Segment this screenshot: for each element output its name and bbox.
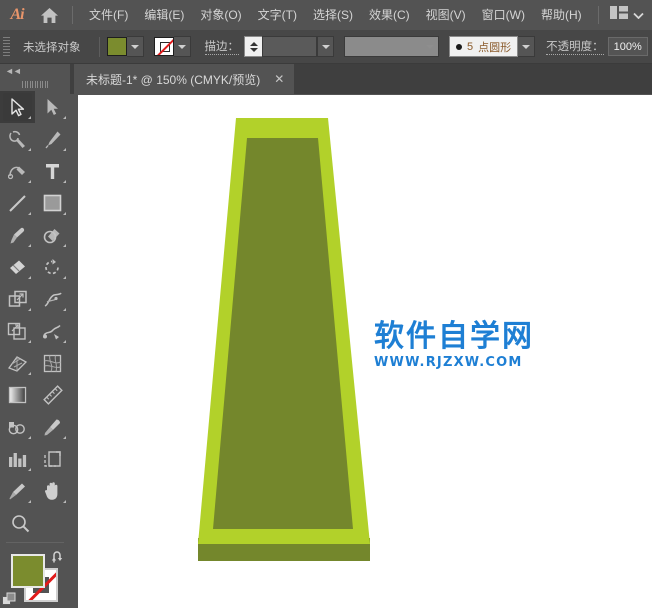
menu-bar: Ai 文件(F) 编辑(E) 对象(O) 文字(T) 选择(S) 效果(C) 视…	[0, 0, 652, 30]
stroke-color-control[interactable]	[153, 36, 191, 57]
tool-line-segment[interactable]	[0, 187, 35, 219]
stroke-weight-control[interactable]	[244, 36, 334, 57]
fill-color-dropdown[interactable]	[126, 36, 144, 57]
canvas-area: 软件自学网 WWW.RJZXW.COM	[70, 94, 652, 608]
tool-column-graph[interactable]	[0, 443, 35, 475]
workspace-switcher-icon	[610, 6, 628, 24]
app-logo: Ai	[10, 6, 24, 23]
brush-shape-label: 点圆形	[478, 41, 512, 54]
trapezoid-shape[interactable]	[78, 95, 652, 608]
stroke-weight-stepper[interactable]	[244, 36, 262, 57]
fill-color-control[interactable]	[106, 36, 144, 57]
tool-slice[interactable]	[0, 475, 35, 507]
document-tab[interactable]: 未标题-1* @ 150% (CMYK/预览) ✕	[74, 64, 295, 94]
menu-type[interactable]: 文字(T)	[250, 0, 305, 30]
chevron-down-icon	[633, 6, 644, 24]
tool-type[interactable]	[35, 155, 70, 187]
tool-free-transform[interactable]	[0, 315, 35, 347]
menu-file[interactable]: 文件(F)	[81, 0, 136, 30]
menu-divider	[72, 6, 73, 24]
stroke-weight-input[interactable]	[262, 36, 317, 57]
workspace-divider	[598, 6, 599, 24]
default-fill-stroke-icon[interactable]	[2, 592, 18, 608]
tool-artboard[interactable]	[35, 443, 70, 475]
brush-dot-icon	[456, 43, 462, 50]
home-icon[interactable]	[34, 0, 64, 30]
tool-selection[interactable]	[0, 91, 35, 123]
brush-definition-control[interactable]: 5 点圆形	[449, 36, 519, 57]
stroke-profile-chevron-icon	[426, 44, 434, 49]
fill-color-swatch[interactable]	[106, 37, 127, 56]
close-icon[interactable]: ✕	[274, 73, 284, 85]
cb-divider-1	[98, 36, 100, 57]
tool-eyedropper[interactable]	[35, 411, 70, 443]
tool-grid	[0, 91, 70, 507]
opacity-label: 不透明度：	[546, 38, 604, 55]
tool-blend[interactable]	[0, 411, 35, 443]
artboard[interactable]: 软件自学网 WWW.RJZXW.COM	[78, 95, 652, 608]
menu-window[interactable]: 窗口(W)	[474, 0, 533, 30]
fill-stroke-controls	[0, 548, 70, 608]
tool-width[interactable]	[35, 283, 70, 315]
tool-shaper[interactable]	[35, 219, 70, 251]
stroke-weight-dropdown[interactable]	[317, 36, 334, 57]
tool-curvature[interactable]	[0, 155, 35, 187]
tool-perspective-grid[interactable]	[0, 347, 35, 379]
workspace-switcher[interactable]	[598, 0, 644, 30]
tool-direct-selection[interactable]	[35, 91, 70, 123]
opacity-input[interactable]: 100%	[607, 37, 648, 56]
fill-color-box[interactable]	[11, 554, 45, 588]
illustrator-window: Ai 文件(F) 编辑(E) 对象(O) 文字(T) 选择(S) 效果(C) 视…	[0, 0, 652, 608]
stroke-profile-control[interactable]	[344, 36, 439, 57]
menu-object[interactable]: 对象(O)	[192, 0, 249, 30]
tools-panel-collapse[interactable]: ◄◄	[0, 64, 70, 77]
menu-view[interactable]: 视图(V)	[418, 0, 474, 30]
control-bar-grip[interactable]	[3, 37, 13, 57]
tool-pen[interactable]	[35, 123, 70, 155]
tool-rotate[interactable]	[35, 251, 70, 283]
swap-fill-stroke-icon[interactable]	[51, 551, 65, 569]
stroke-weight-label: 描边：	[204, 38, 239, 55]
tool-gradient[interactable]	[0, 379, 35, 411]
menu-help[interactable]: 帮助(H)	[533, 0, 590, 30]
tool-mesh[interactable]	[35, 347, 70, 379]
menu-select[interactable]: 选择(S)	[305, 0, 361, 30]
tool-scale[interactable]	[0, 283, 35, 315]
selection-status-label: 未选择对象	[23, 41, 81, 54]
tool-magic-wand[interactable]	[0, 123, 35, 155]
document-tab-bar: 未标题-1* @ 150% (CMYK/预览) ✕	[0, 64, 652, 94]
tool-shape-builder[interactable]	[35, 315, 70, 347]
tools-panel-grip[interactable]	[0, 77, 70, 91]
tool-hand[interactable]	[35, 475, 70, 507]
tool-paintbrush[interactable]	[0, 219, 35, 251]
menu-effect[interactable]: 效果(C)	[361, 0, 418, 30]
tool-zoom[interactable]	[0, 507, 70, 539]
brush-definition-dropdown[interactable]	[518, 36, 536, 57]
toolbar-divider	[6, 542, 64, 543]
control-bar: 未选择对象 描边： 5 点圆形 不透明度： 100%	[0, 30, 652, 64]
document-tab-title: 未标题-1* @ 150% (CMYK/预览)	[86, 72, 261, 87]
menu-edit[interactable]: 编辑(E)	[136, 0, 192, 30]
brush-size-value: 5	[467, 40, 474, 53]
tool-eraser[interactable]	[0, 251, 35, 283]
tool-rectangle[interactable]	[35, 187, 70, 219]
tools-panel: ◄◄	[0, 64, 70, 608]
stroke-color-dropdown[interactable]	[173, 36, 191, 57]
tool-measure[interactable]	[35, 379, 70, 411]
stroke-color-swatch-none[interactable]	[153, 37, 174, 56]
